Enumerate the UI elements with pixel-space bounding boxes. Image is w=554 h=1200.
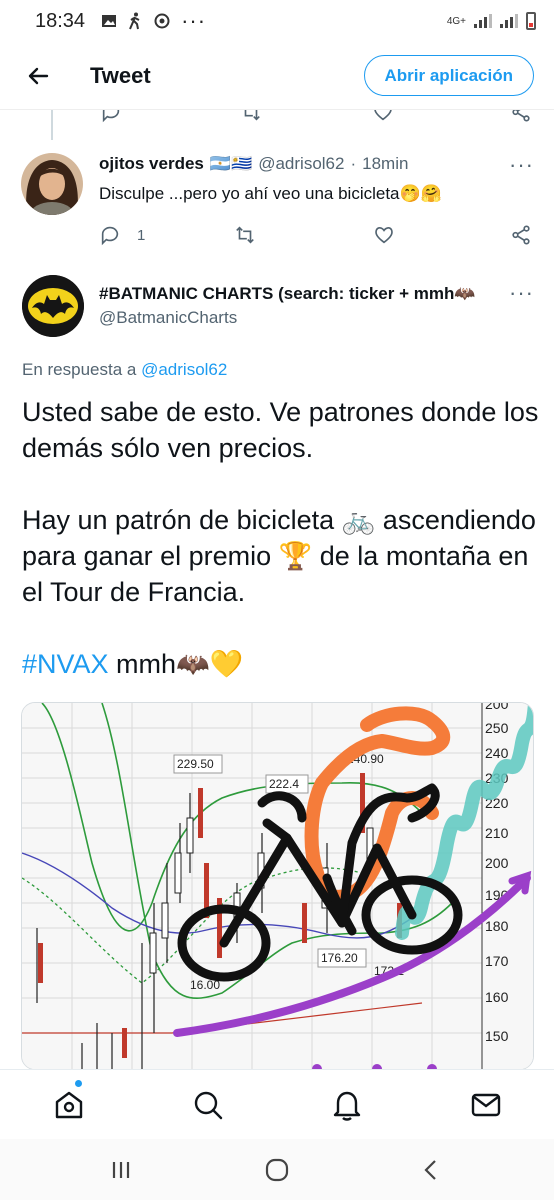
notification-dot — [75, 1080, 82, 1087]
handle[interactable]: @adrisol62 — [258, 154, 344, 174]
reply-icon — [101, 226, 119, 246]
reply-count: 1 — [137, 226, 146, 244]
signal-icon — [474, 14, 492, 28]
display-name[interactable]: ojitos verdes — [99, 154, 204, 174]
open-app-button[interactable]: Abrir aplicación — [363, 55, 534, 96]
home-circle-icon[interactable] — [262, 1156, 292, 1184]
handle[interactable]: @BatmanicCharts — [99, 308, 237, 328]
chart-drawing: 229.50 222.4 240.90 176.20 16.00 173.1 2… — [22, 703, 533, 1069]
walking-icon — [129, 12, 140, 30]
like-icon[interactable] — [372, 110, 394, 123]
callout-label: 176.20 — [321, 951, 358, 965]
tweet-body: Usted sabe de esto. Ve patrones donde lo… — [22, 394, 542, 682]
axis-tick-label: 240 — [485, 745, 509, 761]
reply-header: ojitos verdes 🇦🇷🇺🇾 @adrisol62 · 18min — [99, 154, 408, 174]
tweet-paragraph: Usted sabe de esto. Ve patrones donde lo… — [22, 397, 539, 463]
tweet-image[interactable]: 229.50 222.4 240.90 176.20 16.00 173.1 2… — [21, 702, 534, 1070]
tweet-text: Disculpe ...pero yo ahí veo una biciclet… — [99, 184, 442, 203]
axis-tick-label: 200 — [485, 703, 509, 712]
messages-icon[interactable] — [469, 1088, 503, 1122]
share-icon[interactable] — [510, 110, 532, 123]
avatar[interactable] — [22, 275, 84, 337]
tweet-paragraph: Hay un patrón de bicicleta 🚲 ascendiendo… — [22, 505, 536, 607]
axis-tick-label: 160 — [485, 989, 509, 1005]
more-options-icon[interactable]: ··· — [509, 280, 534, 306]
signal-icon — [500, 14, 518, 28]
retweet-icon[interactable] — [240, 110, 262, 123]
system-navigation — [0, 1139, 554, 1200]
back-icon[interactable] — [416, 1156, 446, 1184]
axis-tick-label: 210 — [485, 825, 509, 841]
timestamp[interactable]: 18min — [362, 154, 408, 174]
notifications-icon[interactable] — [330, 1088, 364, 1122]
reply-icon[interactable] — [100, 110, 122, 123]
share-icon — [512, 225, 530, 245]
like-icon — [375, 227, 393, 244]
axis-tick-label: 250 — [485, 720, 509, 736]
page-title: Tweet — [90, 62, 151, 88]
arrow-left-icon — [28, 67, 49, 84]
retweet-button[interactable] — [233, 224, 257, 246]
replying-prefix: En respuesta a — [22, 360, 137, 379]
hashtag-tail: mmh🦇💛 — [108, 649, 244, 679]
separator: · — [350, 154, 357, 173]
network-type: 4G+ — [446, 15, 466, 27]
more-options-icon[interactable]: ··· — [509, 152, 534, 178]
sync-icon — [154, 13, 170, 29]
flags: 🇦🇷🇺🇾 — [209, 154, 253, 173]
search-icon[interactable] — [191, 1088, 225, 1122]
display-name[interactable]: #BATMANIC CHARTS (search: ticker + mmh🦇 — [99, 284, 494, 304]
recents-icon[interactable] — [106, 1156, 136, 1184]
callout-label: 222.4 — [269, 777, 299, 791]
reply-button[interactable]: 1 — [99, 224, 145, 246]
axis-tick-label: 170 — [485, 953, 509, 969]
replying-to: En respuesta a @adrisol62 — [22, 360, 227, 380]
back-button[interactable] — [0, 42, 76, 110]
axis-tick-label: 200 — [485, 855, 509, 871]
hashtag-link[interactable]: #NVAX — [22, 649, 109, 679]
avatar[interactable] — [21, 153, 83, 215]
tweet-actions: 1 — [99, 220, 539, 250]
replying-to-link[interactable]: @adrisol62 — [141, 360, 227, 379]
status-bar: 18:34 ··· 4G+ — [0, 0, 554, 42]
more-notifications: ··· — [181, 8, 207, 33]
share-button[interactable] — [510, 224, 532, 246]
axis-tick-label: 150 — [485, 1028, 509, 1044]
bottom-navigation — [0, 1069, 554, 1139]
previous-tweet-actions — [0, 110, 554, 124]
callout-label: 229.50 — [177, 757, 214, 771]
thread-line — [51, 110, 53, 140]
home-icon[interactable] — [52, 1088, 86, 1122]
battery-icon — [526, 12, 536, 30]
app-bar: Tweet Abrir aplicación — [0, 42, 554, 110]
status-time: 18:34 — [35, 9, 86, 32]
retweet-icon — [236, 226, 254, 244]
axis-tick-label: 180 — [485, 918, 509, 934]
like-button[interactable] — [372, 224, 396, 246]
gallery-icon — [102, 15, 117, 27]
hashtag-line: #NVAX mmh🦇💛 — [22, 646, 542, 682]
